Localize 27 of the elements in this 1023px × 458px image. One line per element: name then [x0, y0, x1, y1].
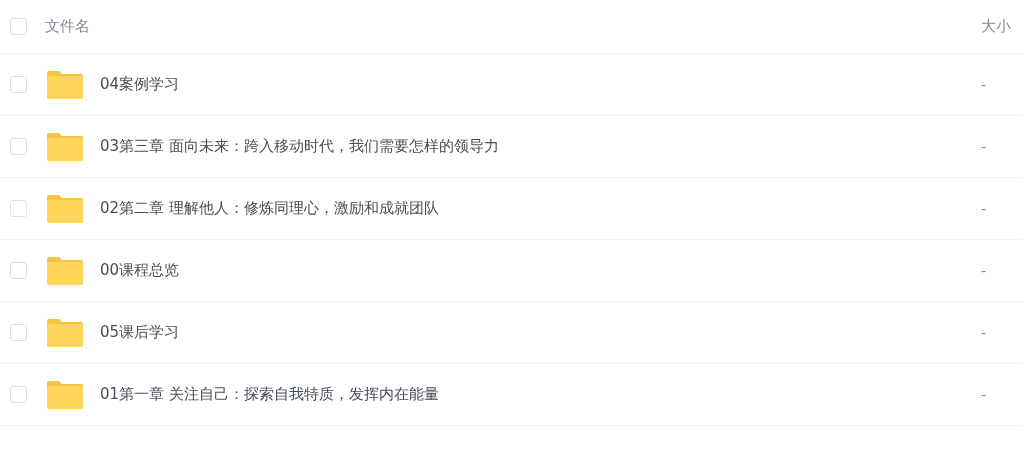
file-name[interactable]: 02第二章 理解他人：修炼同理心，激励和成就团队	[100, 199, 439, 218]
row-checkbox[interactable]	[10, 324, 27, 341]
row-checkbox[interactable]	[10, 200, 27, 217]
file-name[interactable]: 01第一章 关注自己：探索自我特质，发挥内在能量	[100, 385, 439, 404]
file-size: -	[981, 262, 988, 279]
name-column-header[interactable]: 文件名	[45, 17, 90, 36]
row-checkbox[interactable]	[10, 138, 27, 155]
select-all-checkbox[interactable]	[10, 18, 27, 35]
file-name[interactable]: 03第三章 面向未来：跨入移动时代，我们需要怎样的领导力	[100, 137, 499, 156]
folder-icon	[46, 193, 84, 224]
folder-icon	[46, 317, 84, 348]
folder-icon	[46, 69, 84, 100]
file-size: -	[981, 76, 988, 93]
folder-icon	[46, 131, 84, 162]
file-name[interactable]: 00课程总览	[100, 261, 180, 280]
size-column-header[interactable]: 大小	[981, 17, 1023, 36]
file-size: -	[981, 324, 988, 341]
file-name[interactable]: 04案例学习	[100, 75, 180, 94]
file-size: -	[981, 138, 988, 155]
file-size: -	[981, 386, 988, 403]
file-size: -	[981, 200, 988, 217]
row-checkbox[interactable]	[10, 386, 27, 403]
row-checkbox[interactable]	[10, 262, 27, 279]
file-name[interactable]: 05课后学习	[100, 323, 180, 342]
row-checkbox[interactable]	[10, 76, 27, 93]
folder-icon	[46, 255, 84, 286]
folder-icon	[46, 379, 84, 410]
